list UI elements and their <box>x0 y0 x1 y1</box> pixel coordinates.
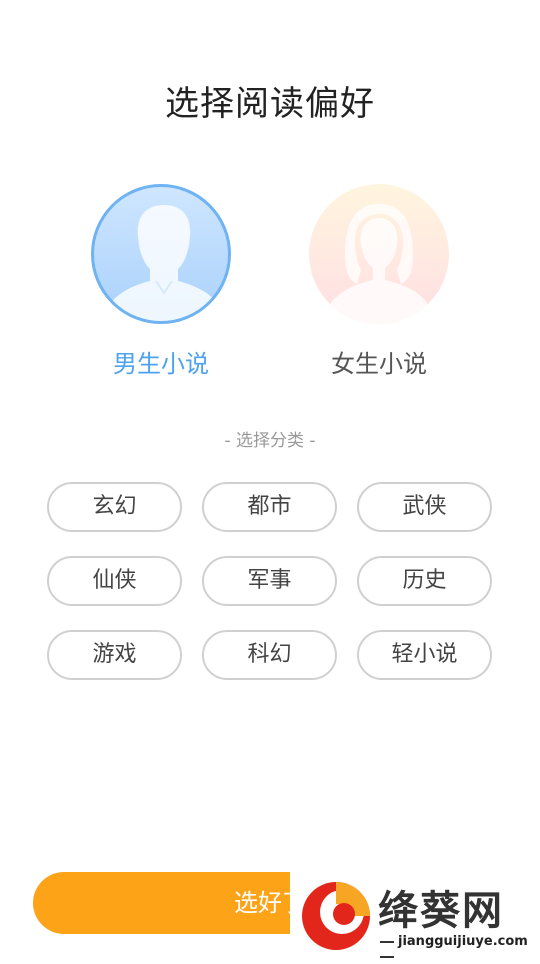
male-avatar[interactable] <box>91 184 231 324</box>
category-caption: - 选择分类 - <box>224 431 316 451</box>
male-silhouette-icon <box>108 205 220 321</box>
female-avatar[interactable] <box>309 184 449 324</box>
female-silhouette-icon <box>329 204 429 324</box>
gender-option-female[interactable]: 女生小说 <box>309 184 449 379</box>
gender-option-male[interactable]: 男生小说 <box>91 184 231 379</box>
category-chip-xianxia[interactable]: 仙侠 <box>47 556 182 606</box>
category-chip-xuanhuan[interactable]: 玄幻 <box>47 482 182 532</box>
watermark-overlay: 绛葵网 jiangguijiuye.com <box>290 868 540 960</box>
category-chip-lishi[interactable]: 历史 <box>357 556 492 606</box>
category-chip-dushi[interactable]: 都市 <box>202 482 337 532</box>
category-chip-kehuan[interactable]: 科幻 <box>202 630 337 680</box>
category-chip-wuxia[interactable]: 武侠 <box>357 482 492 532</box>
category-chip-qingxiaoshuo[interactable]: 轻小说 <box>357 630 492 680</box>
category-chip-junshi[interactable]: 军事 <box>202 556 337 606</box>
category-chip-youxi[interactable]: 游戏 <box>47 630 182 680</box>
gender-label-female: 女生小说 <box>331 350 427 378</box>
watermark-name: 绛葵网 <box>378 888 504 934</box>
page-title: 选择阅读偏好 <box>165 84 375 124</box>
gender-label-male: 男生小说 <box>113 350 209 378</box>
watermark-logo-icon <box>302 882 370 950</box>
